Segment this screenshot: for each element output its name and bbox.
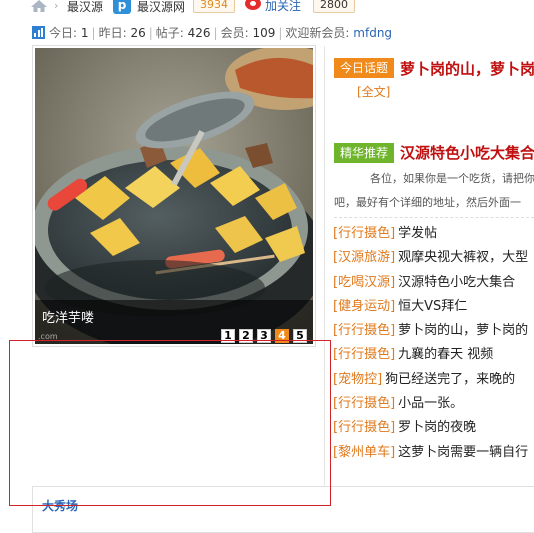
list-item: [黎州单车] 这萝卜岗需要一辆自行 (333, 443, 534, 467)
stats-members-label: 会员: (220, 26, 249, 40)
stats-posts-value: 426 (187, 26, 211, 40)
thread-category-link[interactable]: [行行摄色] (333, 323, 395, 338)
thread-title-link[interactable]: 萝卜岗的山，萝卜岗的 (398, 323, 528, 338)
weibo-icon[interactable] (245, 0, 261, 10)
today-topic-title[interactable]: 萝卜岗的山，萝卜岗 (400, 58, 534, 79)
stats-posts-label: 帖子: (155, 26, 184, 40)
breadcrumb-site-link[interactable]: 最汉源 (67, 0, 103, 15)
breadcrumb: › 最汉源 p 最汉源网 3934 加关注 2800 (0, 0, 534, 16)
thread-title-link[interactable]: 九襄的春天 视频 (398, 347, 493, 362)
forum-stats: 今日: 1 | 昨日: 26 | 帖子: 426 | 会员: 109 | 欢迎新会员: mfdn… (32, 24, 392, 40)
recommend-summary-line1: 各位，如果你是一个吃货，请把你 (370, 172, 534, 185)
weibo-follower-count: 2800 (313, 0, 355, 13)
list-item: [行行摄色] 九襄的春天 视频 (333, 345, 534, 369)
thread-category-link[interactable]: [宠物控] (333, 372, 382, 387)
today-topic-tag: 今日话题 (334, 58, 395, 78)
thread-list: [行行摄色] 学发帖 [汉源旅游] 观摩央视大裤衩，大型 [吃喝汉源] 汉源特色小吃大… (333, 224, 534, 467)
thread-category-link[interactable]: [吃喝汉源] (333, 275, 395, 290)
list-item: [汉源旅游] 观摩央视大裤衩，大型 (333, 248, 534, 272)
thread-category-link[interactable]: [行行摄色] (333, 226, 395, 241)
qq-follow-link[interactable]: 最汉源网 (137, 0, 185, 15)
newest-member-link[interactable]: mfdng (353, 26, 392, 40)
list-item: [行行摄色] 学发帖 (333, 224, 534, 248)
qq-follower-count: 3934 (193, 0, 235, 13)
list-item: [健身运动] 恒大VS拜仁 (333, 297, 534, 321)
stats-yesterday-value: 26 (130, 26, 146, 40)
chevron-right-icon: › (54, 0, 59, 12)
recommend-title[interactable]: 汉源特色小吃大集合 (400, 142, 534, 163)
thread-title-link[interactable]: 学发帖 (398, 226, 437, 241)
thread-category-link[interactable]: [行行摄色] (333, 420, 395, 435)
stats-yesterday-label: 昨日: (98, 26, 127, 40)
thread-title-link[interactable]: 汉源特色小吃大集合 (398, 275, 515, 290)
list-item: [宠物控] 狗已经送完了，来晚的 (333, 370, 534, 394)
thread-category-link[interactable]: [汉源旅游] (333, 250, 395, 265)
thread-title-link[interactable]: 狗已经送完了，来晚的 (385, 372, 515, 387)
recommend-summary: 各位，如果你是一个吃货，请把你 吧，最好有个详细的地址，然后外面一 (334, 167, 534, 215)
home-icon[interactable] (31, 0, 47, 12)
thread-category-link[interactable]: [黎州单车] (333, 445, 395, 460)
thread-title-link[interactable]: 小品一张。 (398, 396, 463, 411)
thread-title-link[interactable]: 罗卜岗的夜晚 (398, 420, 476, 435)
list-item: [行行摄色] 小品一张。 (333, 394, 534, 418)
list-item: [行行摄色] 萝卜岗的山，萝卜岗的 (333, 321, 534, 345)
recommend-tag: 精华推荐 (334, 143, 395, 163)
list-item: [吃喝汉源] 汉源特色小吃大集合 (333, 273, 534, 297)
stats-today-label: 今日: (49, 26, 78, 40)
stats-welcome-label: 欢迎新会员: (285, 26, 350, 40)
image-slideshow: 吃洋芋喽 .com 1 2 3 4 5 (32, 45, 316, 347)
stats-members-value: 109 (252, 26, 276, 40)
thread-category-link[interactable]: [健身运动] (333, 299, 395, 314)
qq-icon[interactable]: p (113, 0, 131, 14)
divider (334, 217, 534, 218)
recommend-summary-line2: 吧，最好有个详细的地址，然后外面一 (334, 196, 521, 209)
highlight-frame (9, 340, 331, 506)
stats-today-value: 1 (80, 26, 89, 40)
slide-image[interactable]: 吃洋芋喽 .com 1 2 3 4 5 (35, 48, 313, 344)
thread-category-link[interactable]: [行行摄色] (333, 396, 395, 411)
weibo-follow-button[interactable]: 加关注 (265, 0, 301, 14)
list-item: [行行摄色] 罗卜岗的夜晚 (333, 418, 534, 442)
thread-title-link[interactable]: 恒大VS拜仁 (398, 299, 467, 314)
slide-caption[interactable]: 吃洋芋喽 (42, 307, 94, 326)
thread-title-link[interactable]: 观摩央视大裤衩，大型 (398, 250, 528, 265)
thread-category-link[interactable]: [行行摄色] (333, 347, 395, 362)
bar-chart-icon (32, 26, 45, 39)
fulltext-link[interactable]: [全文] (357, 83, 390, 100)
thread-title-link[interactable]: 这萝卜岗需要一辆自行 (398, 445, 528, 460)
